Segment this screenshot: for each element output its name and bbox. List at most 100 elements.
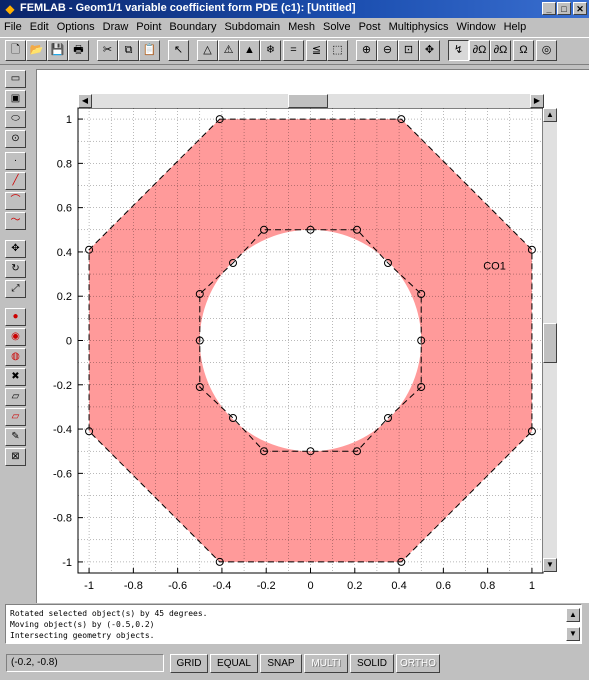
menu-window[interactable]: Window (452, 18, 499, 36)
grid-toggle-button[interactable]: GRID (170, 654, 208, 673)
zoom-extents-icon[interactable]: ✥ (419, 40, 440, 61)
menu-boundary[interactable]: Boundary (165, 18, 220, 36)
equal-toggle-button[interactable]: EQUAL (210, 654, 258, 673)
new-icon[interactable]: 🗋 (5, 40, 26, 61)
log-line: Intersecting geometry objects. (10, 631, 155, 640)
menu-options[interactable]: Options (53, 18, 99, 36)
split-icon[interactable]: ⊠ (5, 448, 26, 466)
coerce-solid-icon[interactable]: ▱ (5, 388, 26, 406)
difference-icon[interactable]: ◍ (5, 348, 26, 366)
main-toolbar: 🗋 📂 💾 🖶 ✂ ⧉ 📋 ↖ △ ⚠ ▲ ❄ = ≦ ⬚ ⊕ ⊖ ⊡ ✥ ↯ ∂Ω ∂Ω Ω ◎ (0, 37, 589, 65)
y-tick-label: 0.8 (57, 158, 72, 170)
x-tick-label: -0.6 (168, 580, 187, 592)
settings-icon[interactable]: ◎ (536, 40, 557, 61)
multi-toggle-button[interactable]: MULTI (304, 654, 348, 673)
scale-icon[interactable]: ⤢ (5, 280, 26, 298)
minimize-button[interactable]: _ (542, 2, 556, 15)
x-tick-label: 0.8 (480, 580, 495, 592)
subdomain-eq-icon[interactable]: ∂Ω (469, 40, 490, 61)
polyline-icon[interactable]: 〜 (5, 212, 26, 230)
save-icon[interactable]: 💾 (47, 40, 68, 61)
horizontal-scrollbar[interactable]: ◀ ▶ (78, 94, 544, 108)
mesh-icon[interactable]: ⬚ (327, 40, 348, 61)
title-bar: ◆ FEMLAB - Geom1/1 variable coefficient … (0, 0, 589, 18)
menu-edit[interactable]: Edit (26, 18, 53, 36)
menu-draw[interactable]: Draw (99, 18, 133, 36)
x-tick-label: -0.4 (212, 580, 231, 592)
pointer-icon[interactable]: ↖ (168, 40, 189, 61)
ellipse-icon[interactable]: ⬭ (5, 110, 26, 128)
coerce-curve-icon[interactable]: ▱ (5, 408, 26, 426)
paste-icon[interactable]: 📋 (139, 40, 160, 61)
rectangle-icon[interactable]: ▭ (5, 70, 26, 88)
zoom-in-icon[interactable]: ⊕ (356, 40, 377, 61)
boundary-eq-icon[interactable]: ∂Ω (490, 40, 511, 61)
boundary-mode-icon[interactable]: ▲ (239, 40, 260, 61)
x-tick-label: 0.4 (391, 580, 406, 592)
window-title: FEMLAB - Geom1/1 variable coefficient fo… (20, 2, 356, 14)
log-line: Moving object(s) by (-0.5,0.2) (10, 620, 155, 629)
scroll-left-icon[interactable]: ◀ (78, 94, 92, 108)
plot-icon[interactable]: ↯ (448, 40, 469, 61)
menu-help[interactable]: Help (500, 18, 531, 36)
copy-icon[interactable]: ⧉ (118, 40, 139, 61)
cut-icon[interactable]: ✂ (97, 40, 118, 61)
delete-objects-icon[interactable]: ✖ (5, 368, 26, 386)
x-tick-label: -1 (84, 580, 94, 592)
rotate-icon[interactable]: ↻ (5, 260, 26, 278)
print-icon[interactable]: 🖶 (68, 40, 89, 61)
maximize-button[interactable]: □ (557, 2, 571, 15)
log-scroll-down-icon[interactable]: ▼ (566, 627, 580, 641)
ellipse-center-icon[interactable]: ⊙ (5, 130, 26, 148)
y-tick-label: 0.6 (57, 203, 72, 215)
close-button[interactable]: ✕ (573, 2, 587, 15)
menu-solve[interactable]: Solve (319, 18, 355, 36)
femlab-app-icon[interactable]: ◆ (3, 2, 17, 16)
curve-icon[interactable]: ⌒ (5, 192, 26, 210)
object-label-co1: CO1 (483, 261, 506, 273)
menu-bar: File Edit Options Draw Point Boundary Subdomai… (0, 18, 589, 36)
x-tick-label: -0.8 (124, 580, 143, 592)
zoom-window-icon[interactable]: ⊡ (398, 40, 419, 61)
log-line: Rotated selected object(s) by 45 degrees… (10, 609, 208, 618)
rectangle-center-icon[interactable]: ▣ (5, 90, 26, 108)
x-tick-label: 1 (529, 580, 535, 592)
log-scroll-up-icon[interactable]: ▲ (566, 608, 580, 622)
snap-toggle-button[interactable]: SNAP (260, 654, 302, 673)
ortho-toggle-button[interactable]: ORTHO (396, 654, 440, 673)
y-tick-label: -0.6 (53, 468, 72, 480)
menu-post[interactable]: Post (355, 18, 385, 36)
move-icon[interactable]: ✥ (5, 240, 26, 258)
scroll-right-icon[interactable]: ▶ (530, 94, 544, 108)
menu-multiphysics[interactable]: Multiphysics (385, 18, 453, 36)
y-tick-label: -0.8 (53, 513, 72, 525)
vertical-scroll-thumb[interactable] (543, 323, 557, 363)
omega-icon[interactable]: Ω (513, 40, 534, 61)
vertical-scrollbar[interactable]: ▲ ▼ (543, 108, 557, 572)
open-icon[interactable]: 📂 (26, 40, 47, 61)
menu-point[interactable]: Point (132, 18, 165, 36)
y-tick-label: -1 (62, 557, 72, 569)
subdomain-mode-icon[interactable]: ❄ (260, 40, 281, 61)
pencil-icon[interactable]: ✎ (5, 428, 26, 446)
point-mode-icon[interactable]: ⚠ (218, 40, 239, 61)
draw-mode-icon[interactable]: △ (197, 40, 218, 61)
boundary-settings-icon[interactable]: ≦ (306, 40, 327, 61)
horizontal-scroll-thumb[interactable] (288, 94, 328, 108)
union-icon[interactable]: ● (5, 308, 26, 326)
geometry-plot[interactable]: -1 -0.8 -0.6 -0.4 -0.2 0 0.2 0.4 0.6 0.8 1 1 0.8 0.6 0… (36, 69, 589, 602)
scroll-up-icon[interactable]: ▲ (543, 108, 557, 122)
point-icon[interactable]: · (5, 152, 26, 170)
y-tick-label: 0.2 (57, 291, 72, 303)
menu-mesh[interactable]: Mesh (284, 18, 319, 36)
zoom-out-icon[interactable]: ⊖ (377, 40, 398, 61)
menu-file[interactable]: File (0, 18, 26, 36)
message-log: Rotated selected object(s) by 45 degrees… (5, 604, 582, 644)
scroll-down-icon[interactable]: ▼ (543, 558, 557, 572)
line-icon[interactable]: ╱ (5, 172, 26, 190)
equal-icon[interactable]: = (283, 40, 304, 61)
solid-toggle-button[interactable]: SOLID (350, 654, 394, 673)
intersection-icon[interactable]: ◉ (5, 328, 26, 346)
x-tick-label: 0 (307, 580, 313, 592)
menu-subdomain[interactable]: Subdomain (220, 18, 284, 36)
